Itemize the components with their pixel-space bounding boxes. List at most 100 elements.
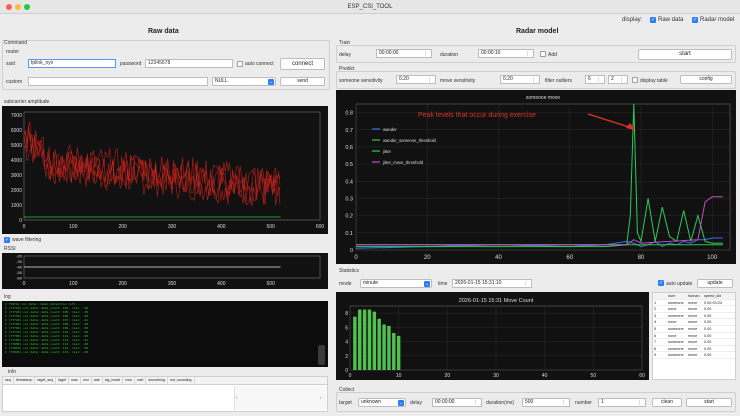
table-row[interactable]: 3 someone move 0.00 [653, 313, 735, 320]
table-row[interactable]: 2 none move 0.00 [653, 306, 735, 313]
info-column-header[interactable]: mcs [123, 377, 135, 384]
info-column-header[interactable]: not_sounding [168, 377, 195, 384]
y-tick-label: 5000 [11, 143, 22, 149]
table-row[interactable]: 7 someone move 0.00 [653, 339, 735, 346]
radar-model-title: Radar model [516, 28, 559, 35]
collect-start-button[interactable]: start [686, 398, 732, 407]
table-cell: someone [668, 313, 684, 318]
info-table-scroll-left-icon[interactable]: ‹ [236, 395, 237, 400]
train-start-button[interactable]: start [638, 49, 732, 60]
table-row[interactable]: 1 someone move 0.00:03:24 [653, 300, 735, 307]
table-row[interactable]: 6 none move 0.00 [653, 333, 735, 340]
x-tick-label: 0 [354, 255, 358, 261]
number-input[interactable]: 1 [598, 398, 646, 407]
target-select[interactable]: unknown ⌄ [358, 398, 406, 407]
series-line-jitter_move_threshold [356, 196, 723, 246]
y-tick-label: 6 [345, 325, 348, 331]
table-cell: 3 [654, 313, 657, 318]
raw-data-checkbox[interactable] [650, 17, 656, 23]
amplitude-chart: 0 1000 2000 3000 4000 5000 6000 7000 0 100 200 300 4… [2, 106, 328, 234]
table-cell: none [668, 333, 677, 338]
bar [396, 335, 401, 370]
statistics-column-header[interactable]: human [687, 293, 703, 299]
train-duration-input[interactable]: 00:00:10 [478, 49, 534, 58]
x-tick-label: 300 [168, 281, 177, 287]
info-column-header[interactable]: rssi [81, 377, 92, 384]
collect-delay-label: delay [410, 400, 422, 406]
statistics-column-header[interactable]: speed_idx [703, 293, 733, 299]
update-button[interactable]: update [697, 279, 733, 288]
info-column-header[interactable]: taget [56, 377, 70, 384]
close-window-icon[interactable] [6, 4, 12, 10]
custom-select[interactable]: NULL ⌄ [212, 77, 276, 86]
table-row[interactable]: 9 someone move 0.00 [653, 352, 735, 359]
legend-entry: jitter_move_threshold [382, 160, 424, 165]
table-row[interactable]: 4 none move 0.00 [653, 319, 735, 326]
move-count-chart-svg: 024680 10 20 30 40 50 602026-01-15 15:31 Move … [345, 298, 645, 379]
clean-button[interactable]: clean [652, 398, 682, 407]
y-tick-label: 0 [350, 248, 353, 254]
radar-model-checkbox[interactable] [692, 17, 698, 23]
bar [387, 325, 391, 370]
info-column-header[interactable]: smoothing [146, 377, 168, 384]
table-cell: 5 [654, 326, 657, 331]
table-cell: 0.00 [704, 307, 712, 312]
rssi-label: RSSI [4, 246, 16, 252]
number-label: number [575, 400, 592, 406]
info-column-header[interactable]: taget_seq [35, 377, 57, 384]
display-label: display: [622, 17, 643, 23]
move-sensitivity-input[interactable]: 0.20 [500, 75, 540, 84]
statistics-table-header: num human speed_idx [653, 293, 735, 300]
y-tick-label: 0.7 [345, 128, 353, 134]
x-tick-label: 400 [217, 281, 226, 287]
info-table-scroll-right-icon[interactable]: › [320, 395, 321, 400]
info-column-header[interactable]: timestamp [14, 377, 36, 384]
table-row[interactable]: 5 someone move 0.00 [653, 326, 735, 333]
add-checkbox[interactable] [540, 51, 546, 57]
y-tick-label: 0.8 [345, 111, 353, 117]
info-column-header[interactable]: seq [3, 377, 14, 384]
config-button[interactable]: config [680, 75, 732, 84]
mode-select[interactable]: minute ⌄ [360, 279, 432, 288]
collect-delay-input[interactable]: 00:00:00 [432, 398, 482, 407]
y-tick-label: 0.6 [345, 145, 353, 151]
collect-duration-input[interactable]: 500 [522, 398, 570, 407]
log-scrollbar[interactable] [318, 345, 325, 365]
time-input[interactable]: 2026-01-15 15:31:10 [452, 279, 532, 288]
statistics-column-header[interactable]: num [667, 293, 687, 299]
time-label: time [438, 281, 448, 287]
table-row[interactable]: 8 someone move 0.00 [653, 346, 735, 353]
filter-outliers-count-input[interactable]: 2 [608, 75, 628, 84]
log-console[interactable]: [ 77674] csi_data: radar_detection info … [2, 301, 328, 367]
wave-filtering-checkbox[interactable] [4, 237, 10, 243]
statistics-column-header[interactable] [653, 293, 667, 299]
statistics-table[interactable]: num human speed_idx 1 someone move 0.00:03:24 2… [652, 292, 736, 380]
table-cell: someone [668, 346, 684, 351]
auto-update-checkbox[interactable] [658, 280, 664, 286]
x-tick-label: 600 [316, 224, 325, 230]
log-label: log [4, 294, 11, 300]
train-delay-input[interactable]: 00:00:00 [376, 49, 432, 58]
display-table-checkbox[interactable] [632, 77, 638, 83]
info-column-header[interactable]: sig_mode [103, 377, 124, 384]
y-tick-label: 4000 [11, 158, 22, 164]
minimize-window-icon[interactable] [15, 4, 21, 10]
send-button[interactable]: send [280, 77, 325, 86]
ssid-input[interactable]: fplink_nyx [28, 59, 116, 68]
someone-sensitivity-input[interactable]: 0.20 [396, 75, 436, 84]
filter-outliers-window-input[interactable]: 6 [585, 75, 605, 84]
y-tick-label: 8 [345, 311, 348, 317]
table-cell: move [688, 326, 698, 331]
password-input[interactable]: 12345678 [145, 59, 233, 68]
auto-connect-checkbox[interactable] [237, 61, 243, 67]
maximize-window-icon[interactable] [24, 4, 30, 10]
log-line: I (77820) csi_data: data_count: 115, rss… [5, 350, 89, 354]
table-cell: move [688, 346, 698, 351]
info-column-header[interactable]: cwb [135, 377, 147, 384]
custom-input[interactable] [28, 77, 208, 86]
x-tick-label: 20 [445, 373, 451, 379]
info-column-header[interactable]: rate [92, 377, 103, 384]
info-column-header[interactable]: mac [69, 377, 81, 384]
target-label: target [339, 400, 352, 406]
connect-button[interactable]: connect [280, 58, 325, 70]
